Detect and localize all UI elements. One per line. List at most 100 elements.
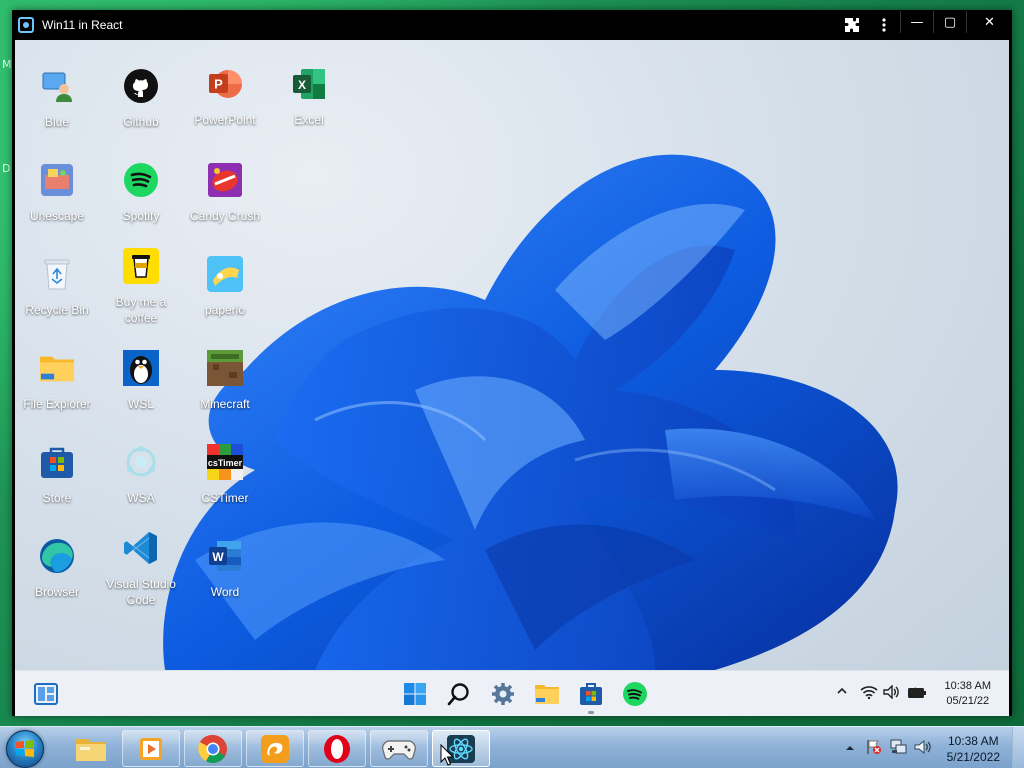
svg-text:W: W [212,550,224,564]
settings-icon[interactable] [488,679,518,709]
start-orb-button[interactable] [6,730,44,768]
desktop-icon-excel[interactable]: X Excel [267,48,351,138]
desktop-icon-label: Github [123,115,159,129]
desktop-icon-label: Buy me a coffee [115,295,167,325]
github-icon [123,68,159,104]
desktop-icon-label: Visual Studio Code [106,577,176,607]
wifi-icon[interactable] [860,685,878,703]
svg-text:X: X [298,78,306,92]
win7-time: 10:38 AM [947,734,999,748]
desktop-icon-word[interactable]: W Word [183,520,267,610]
store-icon[interactable] [576,679,606,714]
window-title: Win11 in React [42,18,123,32]
desktop-icon-powerpoint[interactable]: P PowerPoint [183,48,267,138]
edge-icon [39,538,75,574]
desktop-icon-label: Candy Crush [189,209,261,223]
win11-date: 05/21/22 [946,695,990,707]
file-explorer-icon[interactable] [532,679,562,709]
show-hidden-icons-icon[interactable] [845,741,855,756]
desktop-icon-candy-crush[interactable]: Candy Crush [183,144,267,234]
volume-icon[interactable] [883,684,901,703]
desktop-icon-label: Blue [44,115,70,129]
unescape-icon [39,162,75,198]
mouse-cursor-icon [440,744,454,766]
desktop-icon-store[interactable]: Store [15,426,99,516]
win11-clock[interactable]: 10:38 AM 05/21/22 [945,679,991,709]
desktop-icon-label: File Explorer [23,397,91,411]
chrome-icon[interactable] [184,730,242,767]
win7-date: 5/21/2022 [946,750,1000,764]
desktop-icon-label: Unescape [29,209,85,223]
maximize-button[interactable]: ▢ [933,11,966,33]
excel-icon: X [291,66,327,102]
desktop-icon-label: Minecraft [200,397,250,411]
win11-taskbar: 10:38 AM 05/21/22 [15,670,1009,716]
spotify-icon [123,162,159,198]
desktop-icon-label: CSTimer [201,491,249,505]
folder-icon [39,350,75,386]
coffee-icon [123,248,159,284]
candy-crush-icon [207,162,243,198]
title-bar[interactable]: Win11 in React — ▢ ✕ [12,10,1012,40]
desktop-icon-minecraft[interactable]: Minecraft [183,332,267,422]
start-icon[interactable] [400,679,430,709]
app-window: Win11 in React — ▢ ✕ Blue Github P Power… [12,10,1012,716]
win11-desktop[interactable]: Blue Github P PowerPoint X Excel Unescap… [15,40,1009,716]
network-icon[interactable] [890,739,908,759]
desktop-icon-recycle-bin[interactable]: Recycle Bin [15,238,99,328]
explorer-icon[interactable] [62,730,120,767]
widgets-icon[interactable] [31,679,61,709]
close-button[interactable]: ✕ [966,11,1012,33]
desktop-icon-github[interactable]: Github [99,50,183,140]
powerpoint-icon: P [207,66,243,102]
desktop-icon-cstimer[interactable]: csTimer CSTimer [183,426,267,516]
minimize-button[interactable]: — [900,11,933,33]
tux-icon [123,350,159,386]
action-center-flag-icon[interactable] [866,739,882,759]
media-player-icon[interactable] [122,730,180,767]
win7-taskbar: 10:38 AM 5/21/2022 [0,726,1024,768]
running-indicator [588,711,594,714]
spotify-icon[interactable] [620,679,650,709]
word-icon: W [207,538,243,574]
desktop-icon-label: WSL [127,397,154,411]
desktop-icon-file-explorer[interactable]: File Explorer [15,332,99,422]
desktop-icon-vscode[interactable]: Visual Studio Code [99,512,183,607]
recycle-bin-icon [39,256,75,292]
desktop-icon-label: Browser [34,585,79,599]
desktop-icon-buy-me-a-coffee[interactable]: Buy me a coffee [99,230,183,325]
desktop-icon-label: paperio [204,303,246,317]
desktop-icon-spotify[interactable]: Spotify [99,144,183,234]
android-icon [123,444,159,480]
cstimer-icon: csTimer [207,444,243,480]
paperio-icon [207,256,243,292]
desktop-icon-label: Recycle Bin [25,303,89,317]
desktop-icon-wsl[interactable]: WSL [99,332,183,422]
desktop-icon-label: PowerPoint [194,113,256,127]
puzzle-icon[interactable] [836,10,868,40]
vscode-icon [123,530,159,566]
desktop-icon-browser[interactable]: Browser [15,520,99,610]
desktop-icon-label: Store [42,491,72,505]
gamepad-icon[interactable] [370,730,428,767]
show-desktop-button[interactable] [1012,727,1024,768]
kebab-menu-icon[interactable] [868,10,900,40]
win7-clock[interactable]: 10:38 AM 5/21/2022 [947,733,1000,765]
edge-text-m: M [2,58,12,71]
svg-text:P: P [214,77,223,92]
desktop-icon-label: Spotify [122,209,160,223]
opera-icon[interactable] [308,730,366,767]
desktop-icon-unescape[interactable]: Unescape [15,144,99,234]
svg-text:csTimer: csTimer [208,458,243,468]
desktop-icon-blue[interactable]: Blue [15,50,99,140]
search-icon[interactable] [444,679,474,709]
volume-icon[interactable] [914,739,932,759]
uc-browser-icon[interactable] [246,730,304,767]
store-icon [39,444,75,480]
desktop-icon-label: Excel [294,113,324,127]
desktop-icon-label: WSA [127,491,155,505]
battery-icon[interactable] [907,685,927,703]
desktop-icon-wsa[interactable]: WSA [99,426,183,516]
desktop-icon-paperio[interactable]: paperio [183,238,267,328]
chevron-up-icon[interactable] [836,685,848,700]
